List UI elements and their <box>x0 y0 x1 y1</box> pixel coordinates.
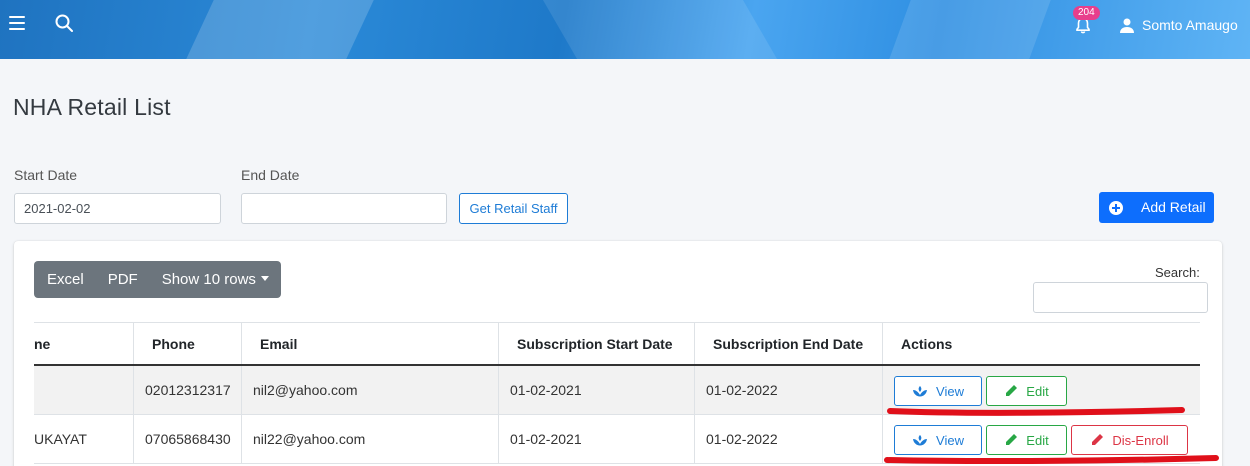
table-row: 02012312317 nil2@yahoo.com 01-02-2021 01… <box>34 366 1200 415</box>
add-retail-button[interactable]: Add Retail <box>1099 192 1214 223</box>
pencil-icon <box>1092 434 1104 445</box>
cell-end-date: 01-02-2022 <box>695 415 883 463</box>
retail-table-card: Excel PDF Show 10 rows Search: ne Phone … <box>14 241 1222 466</box>
cell-actions: View Edit <box>883 366 1200 414</box>
top-navbar: 204 Somto Amaugo <box>0 0 1250 59</box>
lotus-icon <box>913 385 928 396</box>
column-header-subscription-start[interactable]: Subscription Start Date <box>499 323 695 364</box>
pencil-icon <box>1006 434 1018 445</box>
cell-name: UKAYAT <box>14 415 134 463</box>
get-retail-staff-button[interactable]: Get Retail Staff <box>459 193 568 224</box>
cell-name <box>14 366 134 414</box>
cell-phone: 07065868430 <box>134 415 242 463</box>
export-button-group: Excel PDF Show 10 rows <box>34 261 281 298</box>
cell-actions: View Edit Dis-Enroll <box>883 415 1200 463</box>
pencil-icon <box>1006 385 1018 396</box>
caret-down-icon <box>260 276 269 282</box>
view-button[interactable]: View <box>894 376 982 406</box>
column-header-actions: Actions <box>901 335 953 352</box>
search-icon[interactable] <box>55 14 73 37</box>
user-name: Somto Amaugo <box>1142 17 1238 33</box>
table-header-row: ne Phone Email Subscription Start Date S… <box>34 322 1200 366</box>
view-label: View <box>936 383 964 399</box>
show-rows-dropdown[interactable]: Show 10 rows <box>150 261 281 298</box>
start-date-input[interactable]: 2021-02-02 <box>14 193 221 224</box>
cell-start-date: 01-02-2021 <box>499 366 695 414</box>
edit-label: Edit <box>1026 432 1049 448</box>
search-label: Search: <box>1155 265 1200 280</box>
lotus-icon <box>913 434 928 445</box>
dis-enroll-button[interactable]: Dis-Enroll <box>1071 425 1188 455</box>
bell-icon <box>1075 17 1091 39</box>
cell-end-date: 01-02-2022 <box>695 366 883 414</box>
plus-circle-icon <box>1109 200 1123 215</box>
column-header-phone[interactable]: Phone <box>134 323 242 364</box>
hamburger-menu-icon[interactable] <box>9 16 25 30</box>
table-row: UKAYAT 07065868430 nil22@yahoo.com 01-02… <box>34 415 1200 464</box>
column-header-name[interactable]: ne <box>14 323 134 364</box>
show-rows-label: Show 10 rows <box>161 271 256 288</box>
column-header-subscription-end[interactable]: Subscription End Date <box>695 323 883 364</box>
cell-phone: 02012312317 <box>134 366 242 414</box>
end-date-input[interactable] <box>241 193 447 224</box>
table-search-input[interactable] <box>1033 282 1208 313</box>
cell-email: nil2@yahoo.com <box>242 366 499 414</box>
user-menu[interactable]: Somto Amaugo <box>1120 17 1238 33</box>
column-header-email[interactable]: Email <box>242 323 499 364</box>
notifications-button[interactable]: 204 <box>1073 6 1103 36</box>
edit-button[interactable]: Edit <box>986 425 1067 455</box>
pdf-button[interactable]: PDF <box>96 261 150 298</box>
notification-count-badge: 204 <box>1073 6 1100 20</box>
end-date-label: End Date <box>241 167 300 183</box>
start-date-label: Start Date <box>14 167 78 183</box>
user-icon <box>1120 18 1134 33</box>
cell-email: nil22@yahoo.com <box>242 415 499 463</box>
view-label: View <box>936 432 964 448</box>
edit-button[interactable]: Edit <box>986 376 1067 406</box>
dis-enroll-label: Dis-Enroll <box>1112 432 1169 448</box>
excel-button[interactable]: Excel <box>34 261 96 298</box>
edit-label: Edit <box>1026 383 1049 399</box>
page-title: NHA Retail List <box>13 94 171 120</box>
add-retail-label: Add Retail <box>1141 199 1206 215</box>
view-button[interactable]: View <box>894 425 982 455</box>
cell-start-date: 01-02-2021 <box>499 415 695 463</box>
